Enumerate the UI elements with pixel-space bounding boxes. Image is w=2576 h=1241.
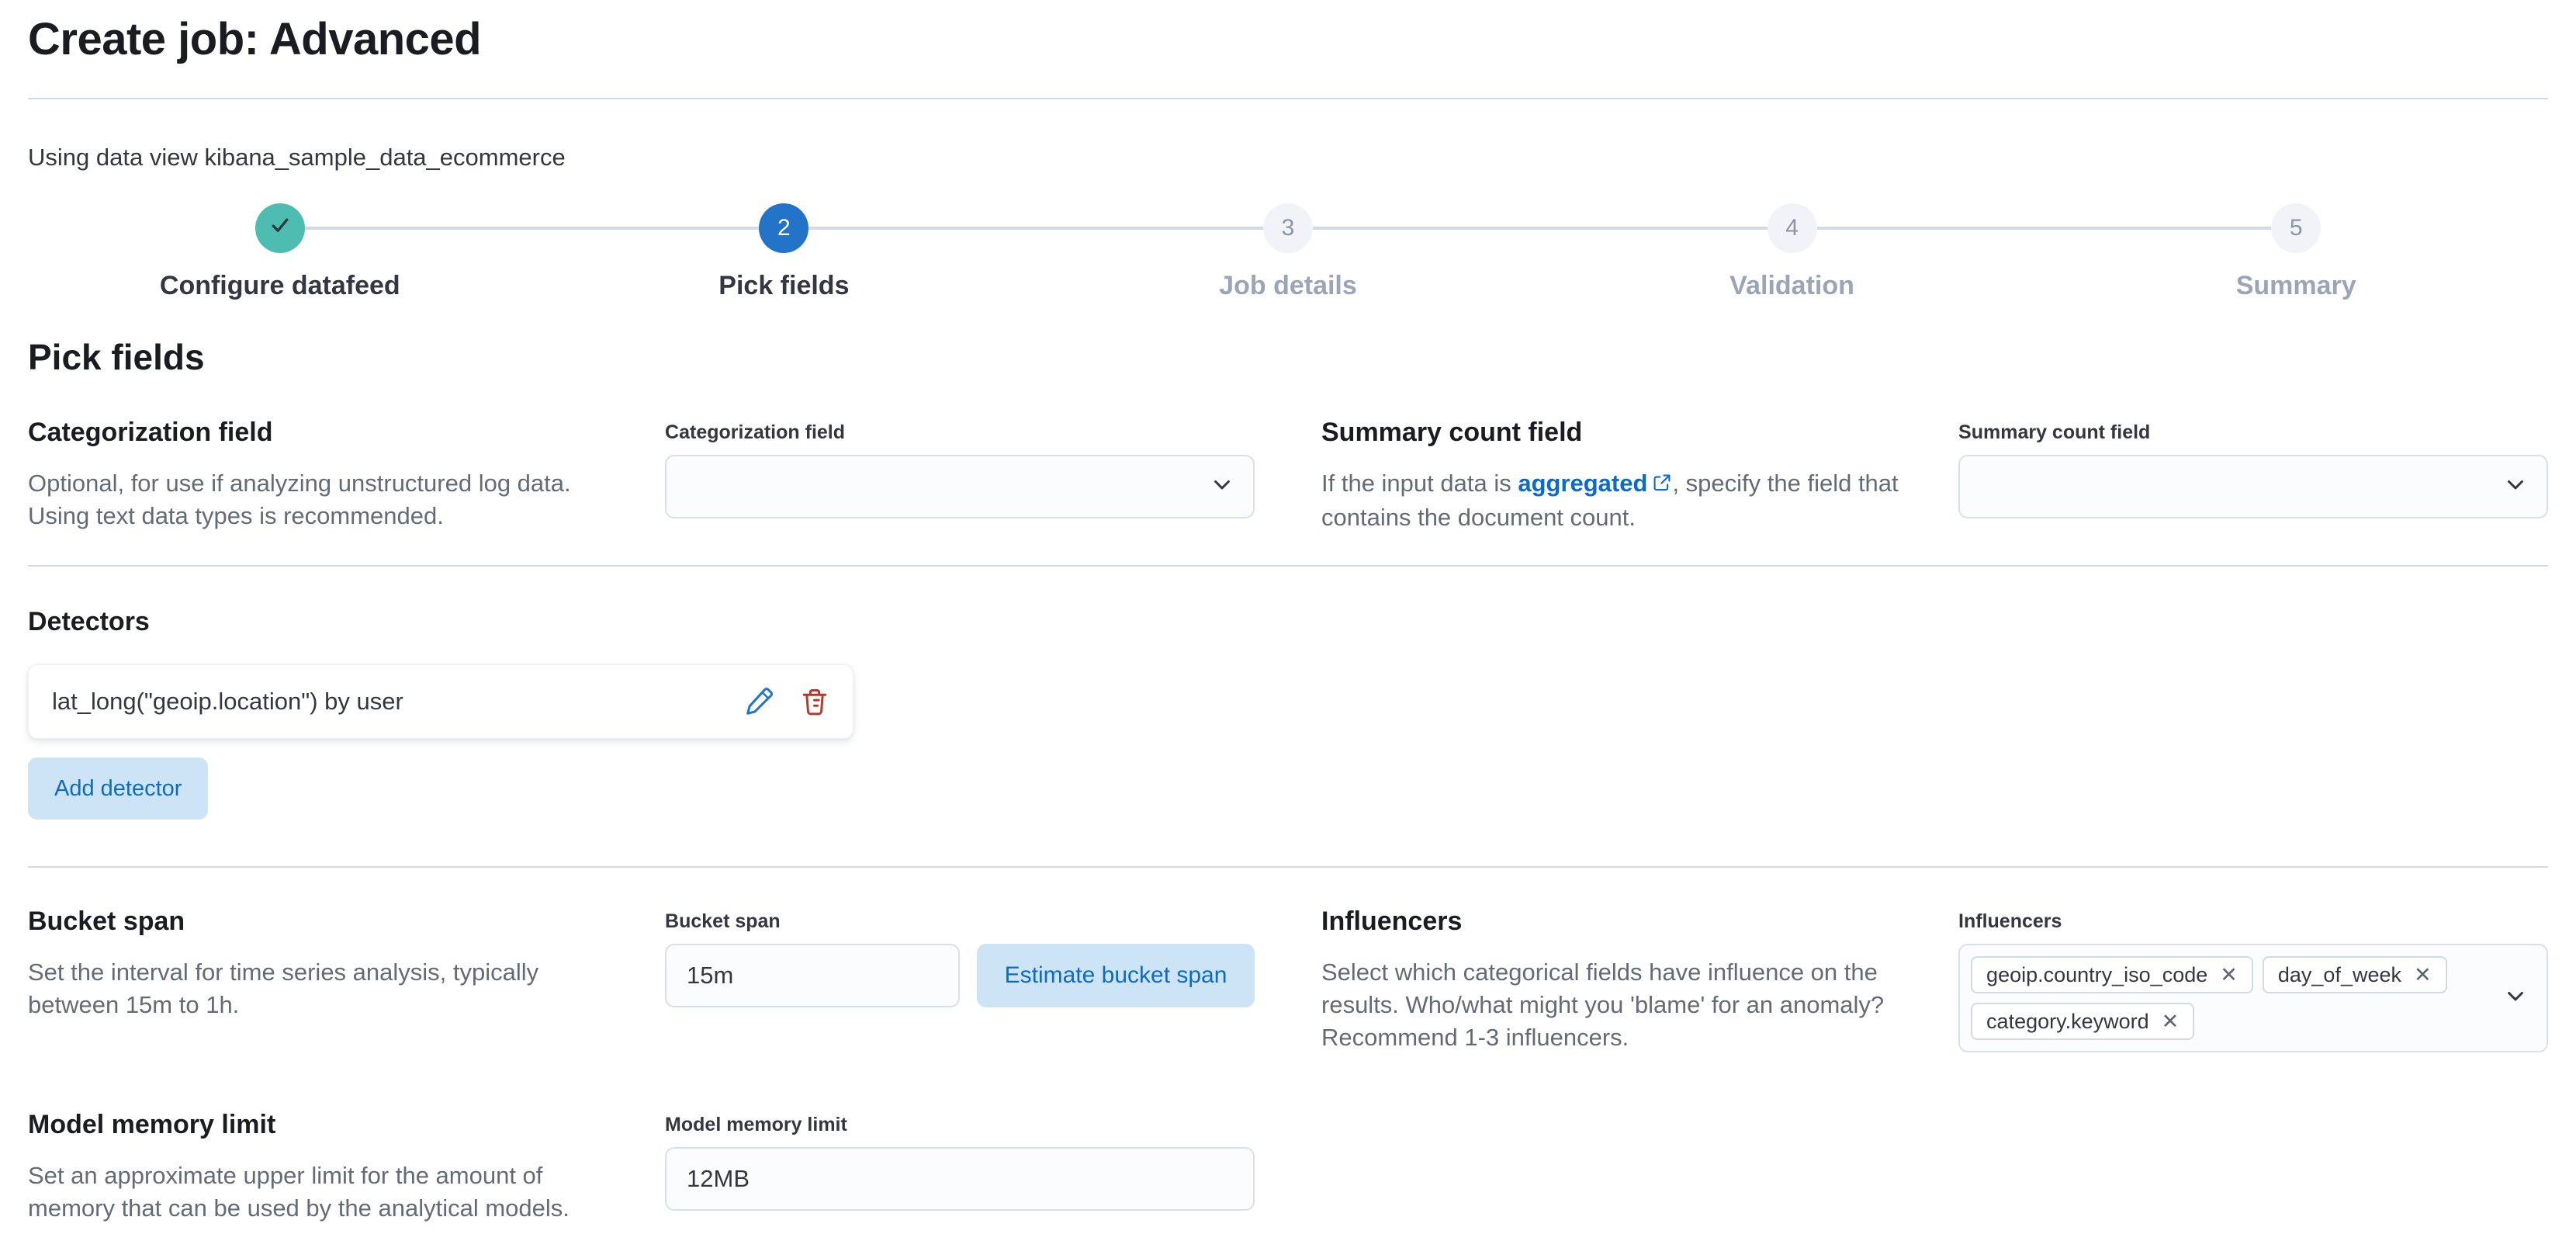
- step-number-circle[interactable]: 2: [759, 203, 809, 253]
- description-text: If the input data is: [1321, 470, 1518, 497]
- bucket-span-field-block: Bucket span Estimate bucket span: [665, 905, 1255, 1007]
- step-connector: [1036, 227, 1263, 230]
- step-summary[interactable]: 5 Summary: [2044, 203, 2548, 301]
- influencer-tag-label: category.keyword: [1986, 1009, 2149, 1033]
- chevron-down-icon: [2503, 984, 2528, 1013]
- step-label: Configure datafeed: [159, 271, 400, 300]
- detector-expression: lat_long("geoip.location") by user: [52, 688, 403, 715]
- row-bucketspan-influencers: Bucket span Set the interval for time se…: [28, 905, 2548, 1054]
- bucket-span-input[interactable]: [665, 944, 961, 1007]
- pick-fields-heading: Pick fields: [28, 337, 205, 377]
- page-title: Create job: Advanced: [28, 14, 482, 64]
- step-job-details[interactable]: 3 Job details: [1036, 203, 1540, 301]
- delete-detector-button[interactable]: [800, 687, 829, 716]
- model-memory-field-block: Model memory limit: [665, 1108, 1255, 1211]
- step-number-circle[interactable]: 4: [1767, 203, 1817, 253]
- detector-card: lat_long("geoip.location") by user: [28, 664, 853, 739]
- step-label: Pick fields: [718, 271, 850, 300]
- bucket-span-title: Bucket span: [28, 906, 185, 936]
- categorization-field-label: Categorization field: [665, 421, 846, 443]
- header-divider: [28, 98, 2548, 99]
- remove-tag-icon[interactable]: ✕: [2162, 1010, 2180, 1032]
- influencer-tag-label: day_of_week: [2277, 962, 2401, 986]
- step-connector: [1539, 227, 1768, 230]
- chevron-down-icon: [2503, 473, 2528, 501]
- step-label: Validation: [1729, 271, 1854, 300]
- summary-count-description: If the input data is aggregated, specify…: [1321, 467, 1899, 534]
- section-divider: [28, 565, 2548, 567]
- step-connector: [28, 227, 255, 230]
- step-number-circle[interactable]: 5: [2271, 203, 2322, 253]
- aggregated-link[interactable]: aggregated: [1518, 470, 1647, 497]
- influencers-field-block: Influencers geoip.country_iso_code ✕ day…: [1958, 905, 2548, 1052]
- wizard-steps: Configure datafeed 2 Pick fields 3 Job d…: [28, 203, 2548, 301]
- step-connector: [2321, 227, 2548, 230]
- step-connector: [304, 227, 532, 230]
- check-icon: [268, 213, 293, 244]
- remove-tag-icon[interactable]: ✕: [2414, 964, 2432, 986]
- edit-detector-button[interactable]: [744, 687, 774, 716]
- model-memory-limit-input[interactable]: [665, 1147, 1255, 1211]
- step-number-circle[interactable]: 3: [1262, 203, 1313, 253]
- add-detector-button[interactable]: Add detector: [28, 757, 209, 820]
- influencer-tag: category.keyword ✕: [1971, 1003, 2195, 1040]
- categorization-title: Categorization field: [28, 418, 273, 447]
- step-connector: [1816, 227, 2045, 230]
- step-connector: [2044, 227, 2272, 230]
- categorization-field-block: Categorization field: [665, 416, 1255, 518]
- step-validation[interactable]: 4 Validation: [1539, 203, 2045, 301]
- bucket-span-field-label: Bucket span: [665, 910, 781, 932]
- step-connector: [531, 227, 760, 230]
- categorization-description-block: Categorization field Optional, for use i…: [28, 416, 606, 532]
- create-job-advanced-page: Create job: Advanced Using data view kib…: [0, 0, 2576, 1225]
- chevron-down-icon: [1210, 473, 1234, 501]
- bucket-span-description: Set the interval for time series analysi…: [28, 958, 539, 1018]
- summary-count-field-select[interactable]: [1958, 455, 2548, 518]
- step-label: Job details: [1219, 271, 1357, 300]
- influencers-combobox[interactable]: geoip.country_iso_code ✕ day_of_week ✕ c…: [1958, 944, 2548, 1052]
- categorization-field-select[interactable]: [665, 455, 1255, 518]
- model-memory-description: Set an approximate upper limit for the a…: [28, 1162, 570, 1222]
- detectors-title: Detectors: [28, 607, 150, 636]
- influencers-description: Select which categorical fields have inf…: [1321, 958, 1885, 1051]
- summary-count-description-block: Summary count field If the input data is…: [1321, 416, 1899, 534]
- step-connector: [1312, 227, 1540, 230]
- summary-count-title: Summary count field: [1321, 418, 1583, 447]
- influencers-field-label: Influencers: [1958, 910, 2062, 932]
- estimate-bucket-span-button[interactable]: Estimate bucket span: [977, 944, 1255, 1007]
- step-pick-fields[interactable]: 2 Pick fields: [531, 203, 1037, 301]
- bucket-span-description-block: Bucket span Set the interval for time se…: [28, 905, 606, 1021]
- step-complete-circle[interactable]: [254, 203, 305, 253]
- external-link-icon: [1652, 469, 1672, 501]
- remove-tag-icon[interactable]: ✕: [2220, 964, 2238, 986]
- step-connector: [808, 227, 1037, 230]
- row-model-memory: Model memory limit Set an approximate up…: [28, 1108, 2548, 1225]
- data-view-text: Using data view kibana_sample_data_ecomm…: [28, 144, 566, 171]
- model-memory-description-block: Model memory limit Set an approximate up…: [28, 1108, 606, 1225]
- model-memory-title: Model memory limit: [28, 1110, 276, 1139]
- section-divider: [28, 866, 2548, 868]
- step-label: Summary: [2235, 271, 2356, 300]
- summary-count-field-block: Summary count field: [1958, 416, 2548, 518]
- influencer-tag-label: geoip.country_iso_code: [1986, 962, 2208, 986]
- categorization-description: Optional, for use if analyzing unstructu…: [28, 470, 571, 529]
- influencers-title: Influencers: [1321, 906, 1463, 936]
- summary-count-field-label: Summary count field: [1958, 421, 2151, 443]
- influencer-tag: day_of_week ✕: [2262, 956, 2447, 993]
- model-memory-field-label: Model memory limit: [665, 1114, 847, 1135]
- step-configure-datafeed[interactable]: Configure datafeed: [28, 203, 532, 301]
- row-categorization-summary: Categorization field Optional, for use i…: [28, 416, 2548, 534]
- influencers-description-block: Influencers Select which categorical fie…: [1321, 905, 1899, 1054]
- influencer-tag: geoip.country_iso_code ✕: [1971, 956, 2253, 993]
